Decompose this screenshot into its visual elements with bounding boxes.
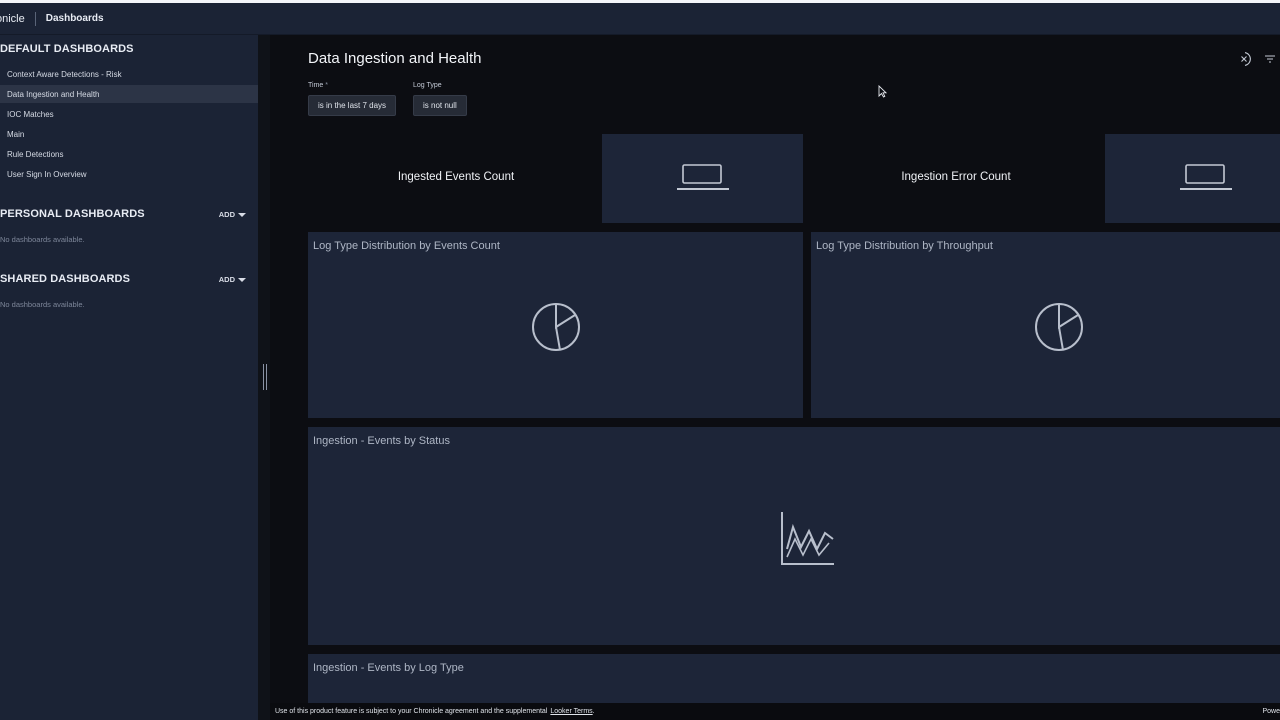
add-label: ADD [218,275,235,284]
footer-text: Use of this product feature is subject t… [275,708,548,715]
tile-title: Log Type Distribution by Events Count [313,240,500,252]
filter-log-type-chip[interactable]: is not null [413,95,467,116]
pie-chart-icon [530,301,582,358]
sidebar-item-data-ingestion[interactable]: Data Ingestion and Health [0,85,258,103]
tile-title: Log Type Distribution by Throughput [816,240,993,252]
tile-title: Ingestion - Events by Log Type [313,662,464,674]
laptop-icon [675,163,731,198]
ingestion-error-tile[interactable] [1105,134,1280,223]
sidebar-item-ioc-matches[interactable]: IOC Matches [0,105,258,123]
events-by-status-tile[interactable]: Ingestion - Events by Status [308,427,1280,645]
shared-add-button[interactable]: ADD [219,275,246,284]
pie-chart-icon [1033,301,1085,358]
ingested-events-count-title: Ingested Events Count [397,171,515,183]
personal-dashboards-title: PERSONAL DASHBOARDS [0,208,145,220]
filter-log-type-label: Log Type [413,82,442,89]
filter-time-label-text: Time [308,82,324,89]
laptop-icon [1178,163,1234,198]
log-type-events-tile[interactable]: Log Type Distribution by Events Count [308,232,803,418]
filter-time-label: Time * [308,82,328,89]
dashboard-main: Data Ingestion and Health Time * is in t… [270,35,1280,714]
resize-handle[interactable] [263,364,267,390]
breadcrumb-separator [34,11,36,26]
required-mark: * [325,82,328,89]
sidebar-item-label: User Sign In Overview [7,169,87,179]
sidebar-item-main[interactable]: Main [0,125,258,143]
shared-empty-note: No dashboards available. [0,300,85,309]
line-chart-icon [779,509,837,572]
log-type-throughput-tile[interactable]: Log Type Distribution by Throughput [811,232,1280,418]
sidebar-item-user-sign-in[interactable]: User Sign In Overview [0,165,258,183]
sidebar: DEFAULT DASHBOARDS Context Aware Detecti… [0,35,258,720]
top-bar: onicle Dashboards [0,3,1280,35]
ingested-events-tile[interactable] [602,134,803,223]
sidebar-item-context-aware-detections[interactable]: Context Aware Detections - Risk [0,65,258,83]
dashboard-title: Data Ingestion and Health [308,50,482,67]
default-dashboards-title: DEFAULT DASHBOARDS [0,43,134,55]
sidebar-item-label: Data Ingestion and Health [7,89,100,99]
sidebar-item-rule-detections[interactable]: Rule Detections [0,145,258,163]
reload-icon[interactable] [1236,51,1252,67]
looker-terms-link[interactable]: Looker Terms [550,708,592,715]
tile-title: Ingestion - Events by Status [313,435,450,447]
caret-down-icon [238,212,246,217]
breadcrumb-dashboards[interactable]: Dashboards [46,13,104,24]
sidebar-item-label: Main [7,129,25,139]
add-label: ADD [218,210,235,219]
ingestion-error-count-title: Ingestion Error Count [901,171,1011,183]
powered-by-text: Powe [1262,708,1280,715]
footer: Use of this product feature is subject t… [270,703,1280,720]
personal-empty-note: No dashboards available. [0,235,85,244]
brand-logo[interactable]: onicle [0,13,25,25]
footer-period: . [592,708,595,715]
sidebar-item-label: Rule Detections [7,149,64,159]
mouse-cursor-icon [878,84,888,103]
caret-down-icon [238,277,246,282]
sidebar-item-label: IOC Matches [7,109,54,119]
filter-icon[interactable] [1262,51,1278,67]
sidebar-item-label: Context Aware Detections - Risk [7,69,122,79]
shared-dashboards-title: SHARED DASHBOARDS [0,273,131,285]
personal-add-button[interactable]: ADD [219,210,246,219]
filter-time-chip[interactable]: is in the last 7 days [308,95,397,116]
